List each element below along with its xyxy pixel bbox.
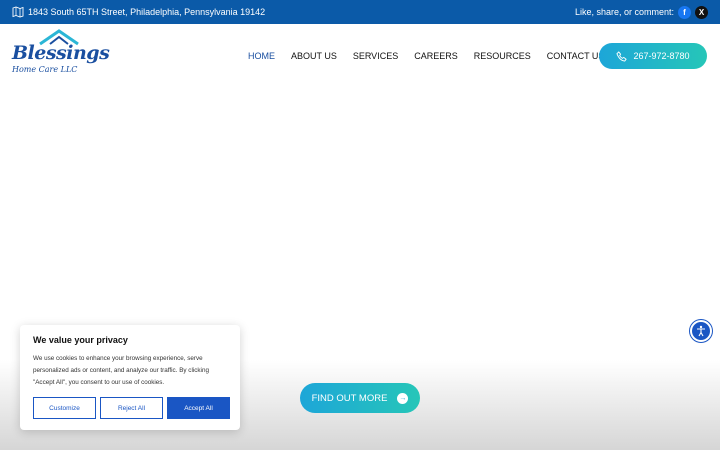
logo[interactable]: Blessings Home Care LLC bbox=[12, 28, 110, 80]
cookie-title: We value your privacy bbox=[33, 335, 128, 345]
nav-about-us[interactable]: ABOUT US bbox=[291, 51, 337, 61]
phone-button[interactable]: 267-972-8780 bbox=[599, 43, 707, 69]
logo-name: Blessings bbox=[12, 42, 110, 64]
facebook-icon[interactable]: f bbox=[678, 5, 691, 19]
cookie-buttons: Customize Reject All Accept All bbox=[33, 397, 230, 419]
arrow-right-icon: → bbox=[397, 392, 409, 404]
map-icon bbox=[12, 6, 24, 18]
phone-number: 267-972-8780 bbox=[633, 51, 690, 61]
nav-contact-us[interactable]: CONTACT US bbox=[547, 51, 605, 61]
top-bar: 1843 South 65TH Street, Philadelphia, Pe… bbox=[0, 0, 720, 24]
reject-all-button[interactable]: Reject All bbox=[100, 397, 163, 419]
cookie-consent-banner: We value your privacy We use cookies to … bbox=[20, 325, 240, 430]
logo-subtitle: Home Care LLC bbox=[12, 65, 78, 74]
share-block: Like, share, or comment: f X bbox=[574, 5, 708, 19]
nav-resources[interactable]: RESOURCES bbox=[474, 51, 531, 61]
accessibility-icon[interactable] bbox=[690, 320, 712, 342]
site-header: Blessings Home Care LLC HOME ABOUT US SE… bbox=[0, 24, 720, 90]
customize-button[interactable]: Customize bbox=[33, 397, 96, 419]
nav-careers[interactable]: CAREERS bbox=[414, 51, 458, 61]
find-out-more-label: FIND OUT MORE bbox=[311, 392, 388, 404]
address-text: 1843 South 65TH Street, Philadelphia, Pe… bbox=[28, 7, 266, 17]
main-nav: HOME ABOUT US SERVICES CAREERS RESOURCES… bbox=[248, 51, 620, 61]
cookie-body: We use cookies to enhance your browsing … bbox=[33, 355, 209, 386]
accept-all-button[interactable]: Accept All bbox=[167, 397, 230, 419]
x-icon[interactable]: X bbox=[695, 5, 708, 19]
phone-icon bbox=[616, 50, 628, 62]
nav-home[interactable]: HOME bbox=[248, 51, 275, 61]
find-out-more-button[interactable]: FIND OUT MORE → bbox=[300, 383, 420, 413]
address-block: 1843 South 65TH Street, Philadelphia, Pe… bbox=[12, 6, 265, 18]
nav-services[interactable]: SERVICES bbox=[353, 51, 398, 61]
share-label: Like, share, or comment: bbox=[574, 7, 674, 17]
